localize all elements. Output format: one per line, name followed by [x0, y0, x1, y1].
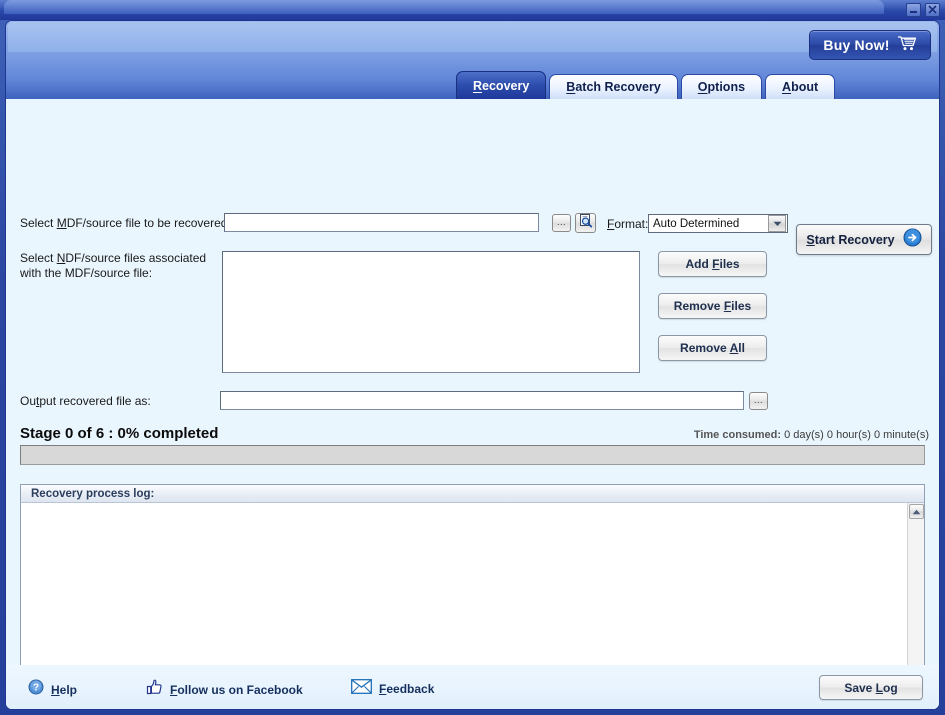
format-label: Format: [607, 217, 648, 232]
tab-batch-recovery-label: Batch Recovery [566, 80, 661, 94]
ellipsis-icon: ... [557, 218, 566, 227]
add-files-label: Add Files [685, 257, 739, 271]
find-file-icon [578, 213, 594, 233]
facebook-link[interactable]: Follow us on Facebook [146, 679, 303, 700]
client-area: Buy Now! Recovery Batch Recovery [5, 20, 940, 710]
application-window: Buy Now! Recovery Batch Recovery [0, 0, 945, 715]
buy-now-label: Buy Now! [823, 37, 889, 53]
mdf-find-button[interactable] [575, 213, 596, 233]
add-files-button[interactable]: Add Files [658, 251, 767, 277]
tab-about-rest: bout [791, 80, 818, 94]
minimize-button[interactable] [906, 3, 921, 17]
recovery-log-header: Recovery process log: [21, 485, 924, 503]
ndf-files-label-line2: with the MDF/source file: [20, 266, 152, 280]
chevron-down-icon[interactable] [768, 215, 786, 232]
tab-recovery[interactable]: Recovery [456, 71, 546, 99]
tab-recovery-rest: ecovery [482, 79, 529, 93]
mdf-file-input[interactable] [224, 213, 539, 232]
arrow-right-circle-icon [903, 228, 922, 252]
start-recovery-button[interactable]: Start Recovery [796, 224, 932, 255]
format-selected-value: Auto Determined [649, 218, 768, 230]
time-consumed-value: 0 day(s) 0 hour(s) 0 minute(s) [784, 429, 929, 441]
feedback-link-label: Feedback [379, 682, 434, 696]
start-recovery-rest: tart Recovery [815, 233, 895, 247]
output-browse-button[interactable]: ... [749, 392, 768, 410]
svg-text:?: ? [33, 683, 39, 694]
stage-status-text: Stage 0 of 6 : 0% completed [20, 425, 218, 442]
tab-about[interactable]: About [765, 74, 835, 99]
format-dropdown[interactable]: Auto Determined [648, 214, 788, 233]
title-bar-gloss [4, 0, 884, 14]
ellipsis-icon: ... [754, 396, 763, 405]
tab-options[interactable]: Options [681, 74, 762, 99]
shopping-cart-icon [897, 35, 917, 56]
save-log-label: Save Log [844, 681, 897, 695]
ndf-files-label: Select NDF/source files associated with … [20, 251, 220, 281]
progress-bar [20, 445, 925, 465]
tab-batch-recovery-rest: atch Recovery [575, 80, 660, 94]
envelope-icon [351, 679, 372, 699]
header-band: Buy Now! Recovery Batch Recovery [6, 21, 939, 99]
recovery-log-title: Recovery process log: [21, 488, 154, 500]
remove-all-label: Remove All [680, 341, 745, 355]
buy-now-button[interactable]: Buy Now! [809, 30, 931, 60]
save-log-button[interactable]: Save Log [819, 675, 923, 700]
mdf-browse-button[interactable]: ... [552, 214, 571, 232]
output-file-label: Output recovered file as: [20, 394, 151, 409]
close-button[interactable] [925, 3, 940, 17]
ndf-files-listbox[interactable] [222, 251, 640, 373]
time-consumed-label: Time consumed: [694, 429, 781, 441]
output-file-input[interactable] [220, 391, 744, 410]
start-recovery-label: Start Recovery [806, 233, 894, 247]
facebook-link-label: Follow us on Facebook [170, 683, 303, 697]
mdf-file-label: Select MDF/source file to be recovered: [20, 216, 231, 231]
remove-files-button[interactable]: Remove Files [658, 293, 767, 319]
tab-bar: Recovery Batch Recovery Options About [456, 71, 835, 99]
header-gloss [8, 22, 937, 52]
footer-bar: ? Help Follow us on Facebook [6, 665, 939, 709]
tab-about-label: About [782, 80, 818, 94]
tab-options-label: Options [698, 80, 745, 94]
tab-recovery-label: Recovery [473, 79, 529, 93]
title-bar [0, 0, 945, 20]
help-link-label: Help [51, 683, 77, 697]
feedback-link[interactable]: Feedback [351, 679, 434, 699]
scroll-up-arrow-icon[interactable] [909, 504, 924, 519]
help-question-icon: ? [28, 679, 44, 700]
help-link[interactable]: ? Help [28, 679, 77, 700]
remove-all-button[interactable]: Remove All [658, 335, 767, 361]
remove-files-label: Remove Files [674, 299, 751, 313]
tab-batch-recovery[interactable]: Batch Recovery [549, 74, 678, 99]
recovery-tab-panel: Select MDF/source file to be recovered: … [6, 99, 939, 709]
tab-options-rest: ptions [708, 80, 746, 94]
thumbs-up-icon [146, 679, 163, 700]
time-consumed-text: Time consumed: 0 day(s) 0 hour(s) 0 minu… [694, 429, 929, 441]
